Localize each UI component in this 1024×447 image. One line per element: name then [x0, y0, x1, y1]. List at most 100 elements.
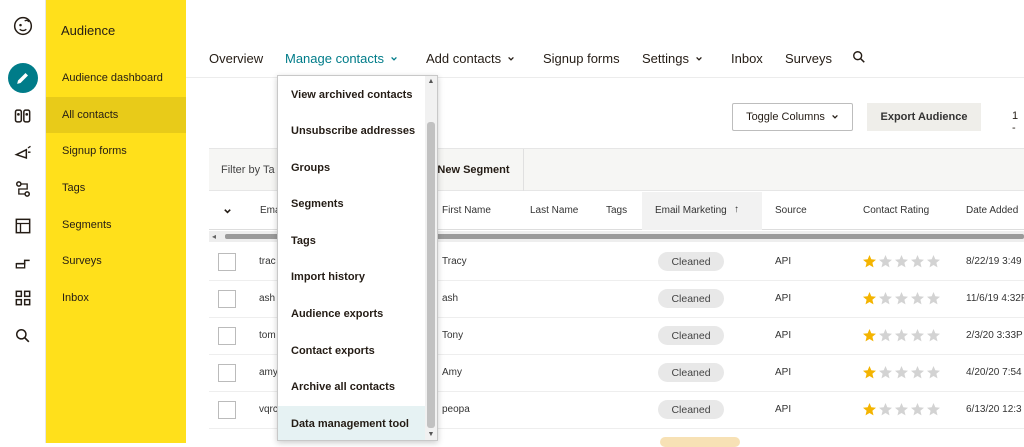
audience-sidebar: Audience Audience dashboard All contacts…	[46, 0, 186, 443]
search-icon	[853, 51, 865, 63]
cell-email[interactable]: ash	[259, 293, 275, 304]
row-checkbox[interactable]	[218, 364, 236, 382]
megaphone-icon[interactable]	[7, 137, 39, 169]
cell-date-added: 11/6/19 4:32P	[966, 293, 1024, 304]
header-first-name[interactable]: First Name	[442, 205, 491, 216]
menu-item-audience-exports[interactable]: Audience exports	[278, 296, 425, 332]
menu-item-view-archived-contacts[interactable]: View archived contacts	[278, 77, 425, 113]
cell-date-added: 4/20/20 7:54	[966, 367, 1022, 378]
star-icon	[927, 366, 940, 379]
sidebar-item-inbox[interactable]: Inbox	[46, 280, 186, 316]
menu-item-tags[interactable]: Tags	[278, 223, 425, 259]
nav-inbox[interactable]: Inbox	[731, 51, 763, 66]
cell-email[interactable]: vqrc	[259, 404, 278, 415]
pencil-icon[interactable]	[8, 63, 38, 93]
nav-signup-forms[interactable]: Signup forms	[543, 51, 620, 66]
cell-first-name: ash	[442, 293, 459, 304]
star-icon	[911, 329, 924, 342]
cell-date-added: 2/3/20 3:33P	[966, 330, 1023, 341]
nav-label: Manage contacts	[285, 51, 385, 66]
star-icon	[879, 329, 892, 342]
nav-manage-contacts[interactable]: Manage contacts	[285, 51, 398, 66]
nav-label: Inbox	[731, 51, 763, 66]
sidebar-item-signup-forms[interactable]: Signup forms	[46, 133, 186, 169]
filter-by-tags[interactable]: Filter by Ta	[221, 164, 275, 176]
cell-email[interactable]: amy	[259, 367, 278, 378]
header-contact-rating[interactable]: Contact Rating	[863, 205, 929, 216]
grid-icon[interactable]	[7, 282, 39, 314]
pagination-text: 1 -	[1012, 110, 1019, 134]
star-icon	[895, 255, 908, 268]
star-icon	[927, 403, 940, 416]
row-checkbox[interactable]	[218, 253, 236, 271]
chevron-down-icon[interactable]	[223, 207, 232, 216]
menu-item-data-management-tool[interactable]: Data management tool	[278, 406, 425, 440]
header-email-marketing[interactable]: Email Marketing	[655, 205, 727, 216]
star-icon	[927, 329, 940, 342]
nav-label: Overview	[209, 51, 264, 66]
menu-item-contact-exports[interactable]: Contact exports	[278, 333, 425, 369]
freddie-logo-icon[interactable]	[7, 10, 39, 42]
search-icon[interactable]	[7, 320, 39, 352]
status-badge: Cleaned	[658, 363, 724, 382]
sidebar-item-surveys[interactable]: Surveys	[46, 243, 186, 279]
sidebar-item-all-contacts[interactable]: All contacts	[46, 97, 186, 133]
star-icon	[863, 292, 876, 305]
cell-source: API	[775, 404, 792, 415]
cell-source: API	[775, 330, 792, 341]
contact-rating	[862, 402, 941, 417]
cell-first-name: Amy	[442, 367, 462, 378]
sort-arrow-icon: ↑	[734, 204, 739, 215]
menu-item-archive-all-contacts[interactable]: Archive all contacts	[278, 369, 425, 405]
star-icon	[911, 366, 924, 379]
scroll-down-icon[interactable]: ▼	[425, 431, 437, 438]
sidebar-item-segments[interactable]: Segments	[46, 207, 186, 243]
star-icon	[879, 255, 892, 268]
contact-rating	[862, 365, 941, 380]
cell-source: API	[775, 367, 792, 378]
row-checkbox[interactable]	[218, 401, 236, 419]
star-icon	[895, 366, 908, 379]
menu-item-import-history[interactable]: Import history	[278, 259, 425, 295]
cell-email[interactable]: trac	[259, 256, 276, 267]
header-date-added[interactable]: Date Added	[966, 205, 1018, 216]
scroll-left-icon[interactable]: ◂	[212, 231, 216, 242]
row-checkbox[interactable]	[218, 327, 236, 345]
export-audience-button[interactable]: Export Audience	[867, 103, 981, 131]
scroll-up-icon[interactable]: ▲	[425, 78, 437, 85]
cell-email[interactable]: tom	[259, 330, 276, 341]
automation-icon[interactable]	[7, 173, 39, 205]
status-badge: Cleaned	[658, 252, 724, 271]
nav-search-icon[interactable]	[852, 50, 866, 64]
dropdown-scrollbar-thumb[interactable]	[427, 122, 435, 428]
nav-overview[interactable]: Overview	[209, 51, 263, 66]
menu-item-segments[interactable]: Segments	[278, 186, 425, 222]
cell-source: API	[775, 256, 792, 267]
integrations-icon[interactable]	[7, 246, 39, 278]
header-tags[interactable]: Tags	[606, 205, 627, 216]
cell-first-name: Tony	[442, 330, 464, 341]
status-badge: Cleaned	[658, 400, 724, 419]
star-icon	[911, 403, 924, 416]
contact-rating	[862, 291, 941, 306]
toggle-columns-button[interactable]: Toggle Columns	[732, 103, 853, 131]
chevron-down-icon	[508, 56, 515, 61]
nav-surveys[interactable]: Surveys	[785, 51, 832, 66]
header-source[interactable]: Source	[775, 205, 807, 216]
cell-first-name: peopa	[442, 404, 470, 415]
menu-item-unsubscribe-addresses[interactable]: Unsubscribe addresses	[278, 113, 425, 149]
sidebar-item-audience-dashboard[interactable]: Audience dashboard	[46, 60, 186, 96]
nav-settings[interactable]: Settings	[642, 51, 703, 66]
nav-add-contacts[interactable]: Add contacts	[426, 51, 515, 66]
new-segment-button[interactable]: New Segment	[424, 149, 524, 191]
website-icon[interactable]	[7, 210, 39, 242]
status-badge: Cleaned	[658, 289, 724, 308]
cell-first-name: Tracy	[442, 256, 467, 267]
sidebar-item-tags[interactable]: Tags	[46, 170, 186, 206]
star-icon	[863, 255, 876, 268]
menu-item-groups[interactable]: Groups	[278, 150, 425, 186]
dropdown-scrollbar[interactable]: ▲ ▼	[425, 76, 437, 440]
row-checkbox[interactable]	[218, 290, 236, 308]
header-last-name[interactable]: Last Name	[530, 205, 578, 216]
audience-icon[interactable]	[7, 100, 39, 132]
